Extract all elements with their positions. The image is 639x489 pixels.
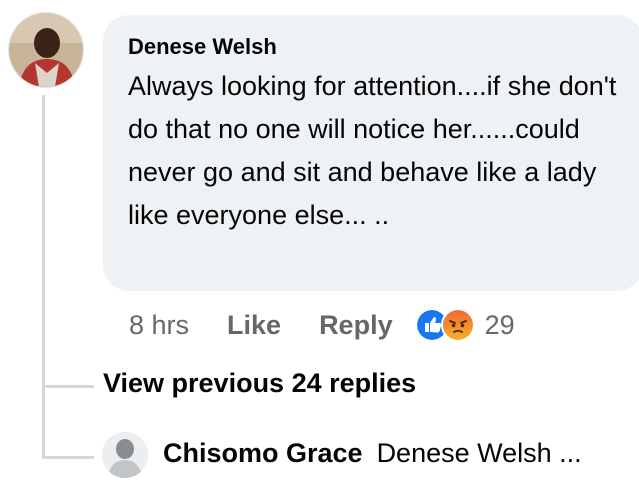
comment-text: Always looking for attention....if she d… (128, 71, 617, 230)
reply-snippet: Denese Welsh ... (376, 438, 582, 468)
thread-branch-line (42, 456, 94, 459)
reply-author-name[interactable]: Chisomo Grace (163, 438, 363, 468)
comment-author-name[interactable]: Denese Welsh (128, 35, 619, 59)
reply-preview[interactable]: Chisomo Grace Denese Welsh ... (163, 438, 582, 469)
angry-icon (440, 308, 475, 342)
reply-author-avatar[interactable] (102, 432, 148, 478)
comment-thread: Denese Welsh Always looking for attentio… (0, 0, 639, 489)
like-button[interactable]: Like (227, 310, 281, 341)
commenter-avatar[interactable] (8, 12, 84, 88)
reaction-count: 29 (484, 309, 515, 340)
thread-branch-line (42, 385, 94, 388)
reaction-summary[interactable]: 29 (414, 308, 515, 342)
comment-timestamp[interactable]: 8 hrs (129, 310, 189, 341)
comment-action-row: 8 hrs Like Reply 29 (129, 305, 515, 345)
comment-bubble: Denese Welsh Always looking for attentio… (103, 15, 639, 291)
view-previous-replies-link[interactable]: View previous 24 replies (103, 368, 416, 399)
thread-connector-line (42, 95, 45, 457)
reply-button[interactable]: Reply (319, 310, 393, 341)
